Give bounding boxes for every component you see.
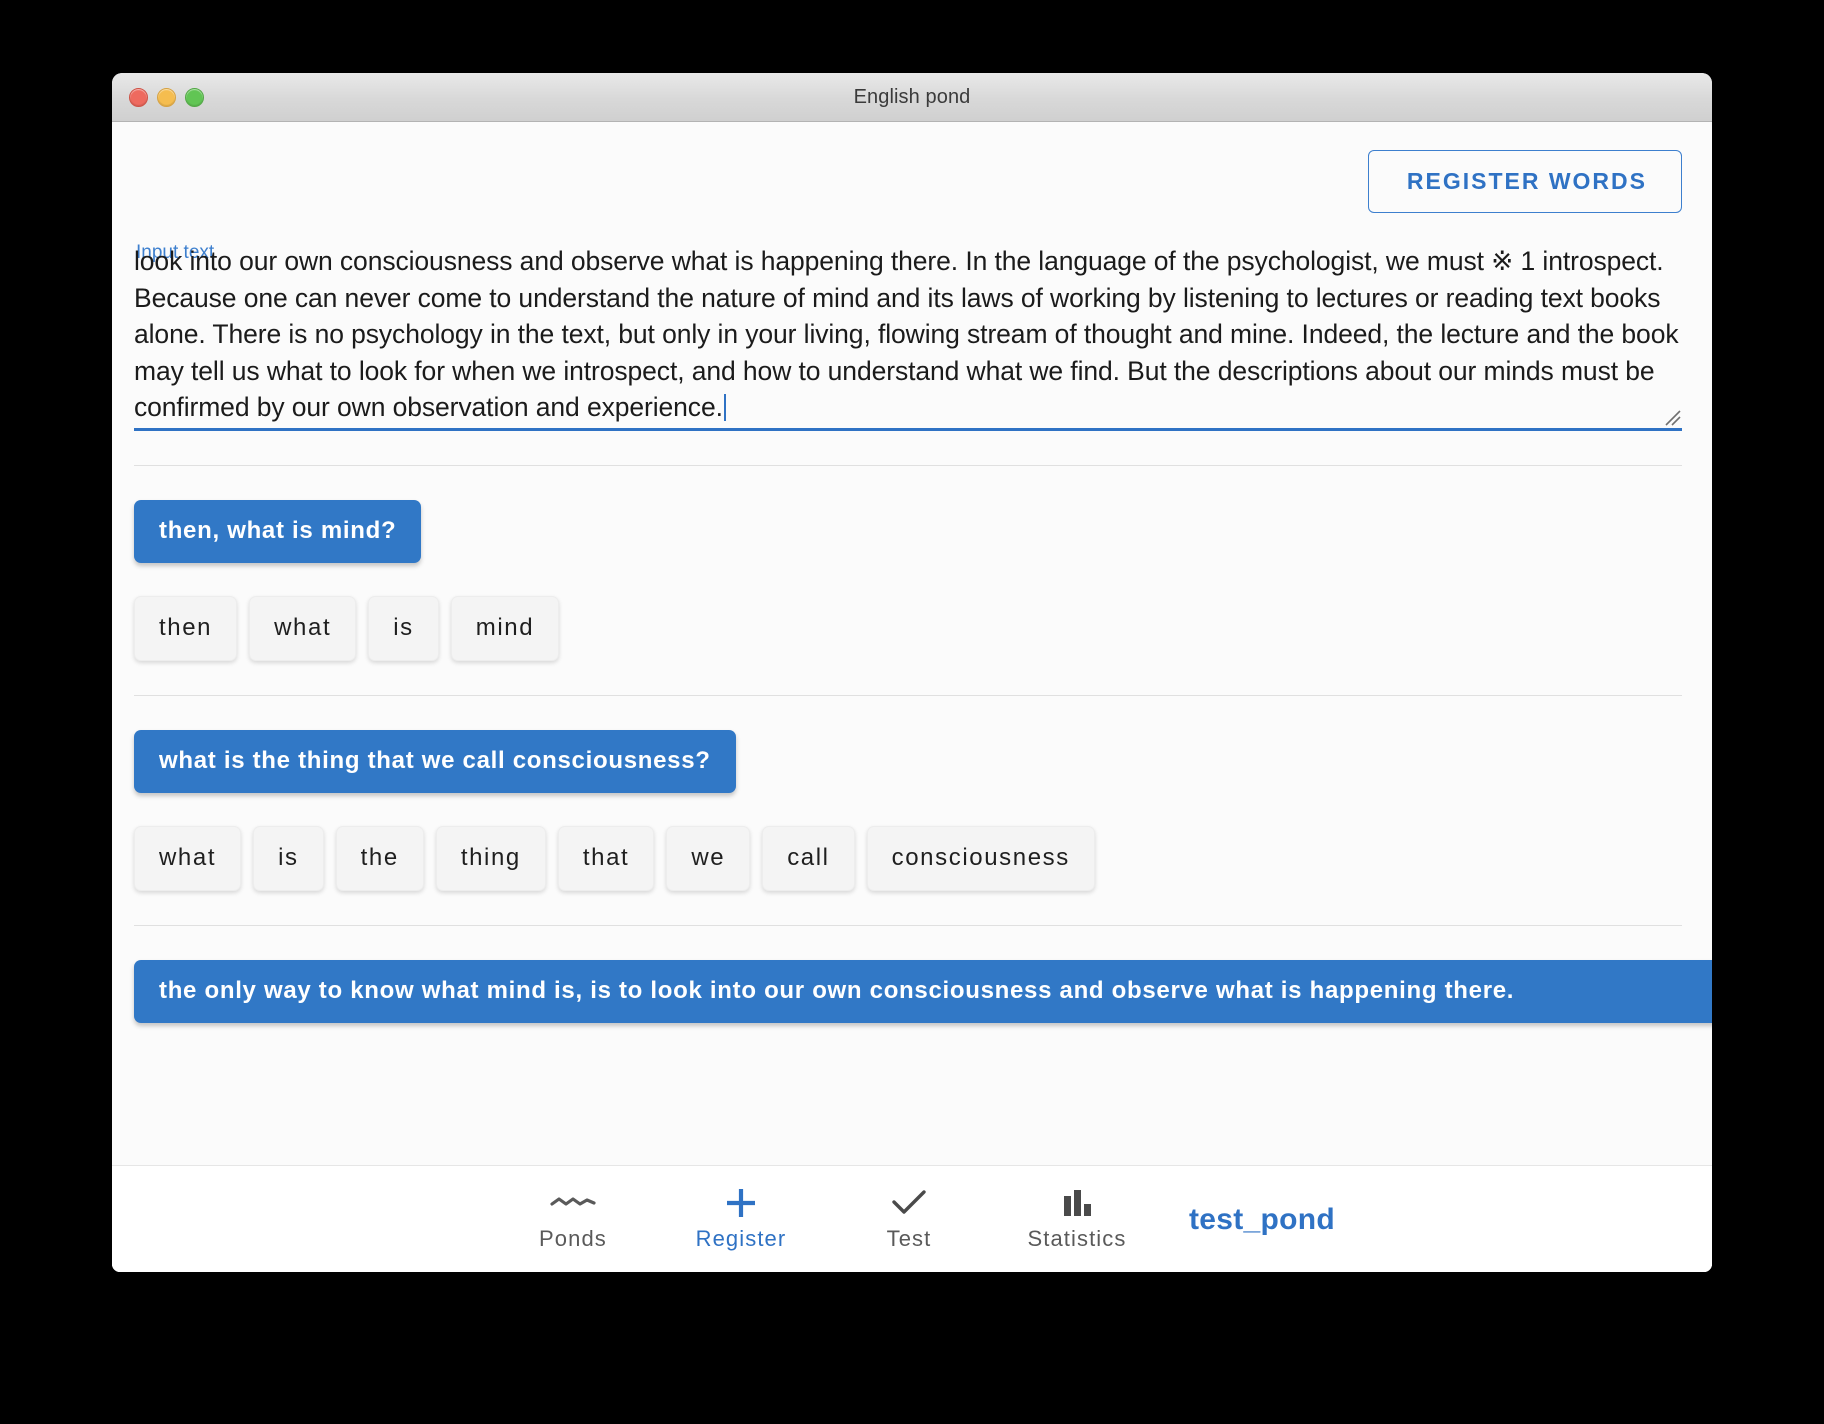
sentence-group-2: the only way to know what mind is, is to… [112,926,1712,1028]
window-title: English pond [853,85,971,108]
nav-label: Ponds [539,1226,607,1252]
plus-icon [724,1187,758,1219]
app-body: REGISTER WORDS Input text look into our … [112,122,1712,1272]
word-chip[interactable]: what [134,825,242,891]
sentence-chip[interactable]: what is the thing that we call conscious… [134,729,736,793]
word-chip[interactable]: then [134,595,238,661]
nav-label: Test [886,1226,932,1252]
text-caret [723,394,726,421]
register-words-button[interactable]: REGISTER WORDS [1367,150,1682,213]
input-textarea[interactable]: look into our own consciousness and obse… [134,243,1682,431]
content-scroll-area[interactable]: REGISTER WORDS Input text look into our … [112,122,1712,1166]
nav-item-test[interactable]: Test [825,1187,993,1252]
wave-icon [550,1187,596,1219]
window-titlebar: English pond [112,73,1712,122]
input-textarea-value: look into our own consciousness and obse… [134,246,1686,422]
word-chip-row: then what is mind [134,595,1712,661]
word-chip[interactable]: what [249,595,357,661]
close-window-button[interactable] [129,87,148,107]
nav-item-register[interactable]: Register [657,1187,825,1252]
current-pond-name[interactable]: test_pond [1189,1203,1335,1237]
word-chip[interactable]: is [253,825,324,891]
word-chip[interactable]: we [666,825,751,891]
word-chip[interactable]: the [335,825,424,891]
nav-item-statistics[interactable]: Statistics [993,1187,1161,1252]
screen: English pond REGISTER WORDS Input text l… [0,0,1824,1424]
bar-chart-icon [1060,1187,1094,1219]
sentence-chip[interactable]: then, what is mind? [134,499,422,563]
nav-item-ponds[interactable]: Ponds [489,1187,657,1252]
word-chip[interactable]: that [557,825,655,891]
sentence-group-1: what is the thing that we call conscious… [112,696,1712,891]
word-chip[interactable]: thing [435,825,546,891]
minimize-window-button[interactable] [157,87,176,107]
input-text-field: Input text look into our own consciousne… [134,242,1682,431]
resize-grip-icon[interactable] [1665,409,1681,426]
word-chip-row: what is the thing that we call conscious… [134,825,1712,891]
traffic-light-group [129,73,204,121]
word-chip[interactable]: mind [450,595,560,661]
toolbar: REGISTER WORDS [112,122,1712,213]
word-chip[interactable]: consciousness [866,825,1095,891]
app-window: English pond REGISTER WORDS Input text l… [112,73,1712,1272]
bottom-navigation-bar: Ponds Register Test Statistics test_pond [112,1165,1712,1272]
word-chip[interactable]: is [368,595,439,661]
sentence-group-0: then, what is mind? then what is mind [112,466,1712,661]
check-icon [891,1187,927,1219]
zoom-window-button[interactable] [185,87,204,107]
sentence-chip[interactable]: the only way to know what mind is, is to… [134,959,1712,1023]
nav-label: Statistics [1027,1226,1127,1252]
nav-label: Register [695,1226,787,1252]
word-chip[interactable]: call [762,825,855,891]
